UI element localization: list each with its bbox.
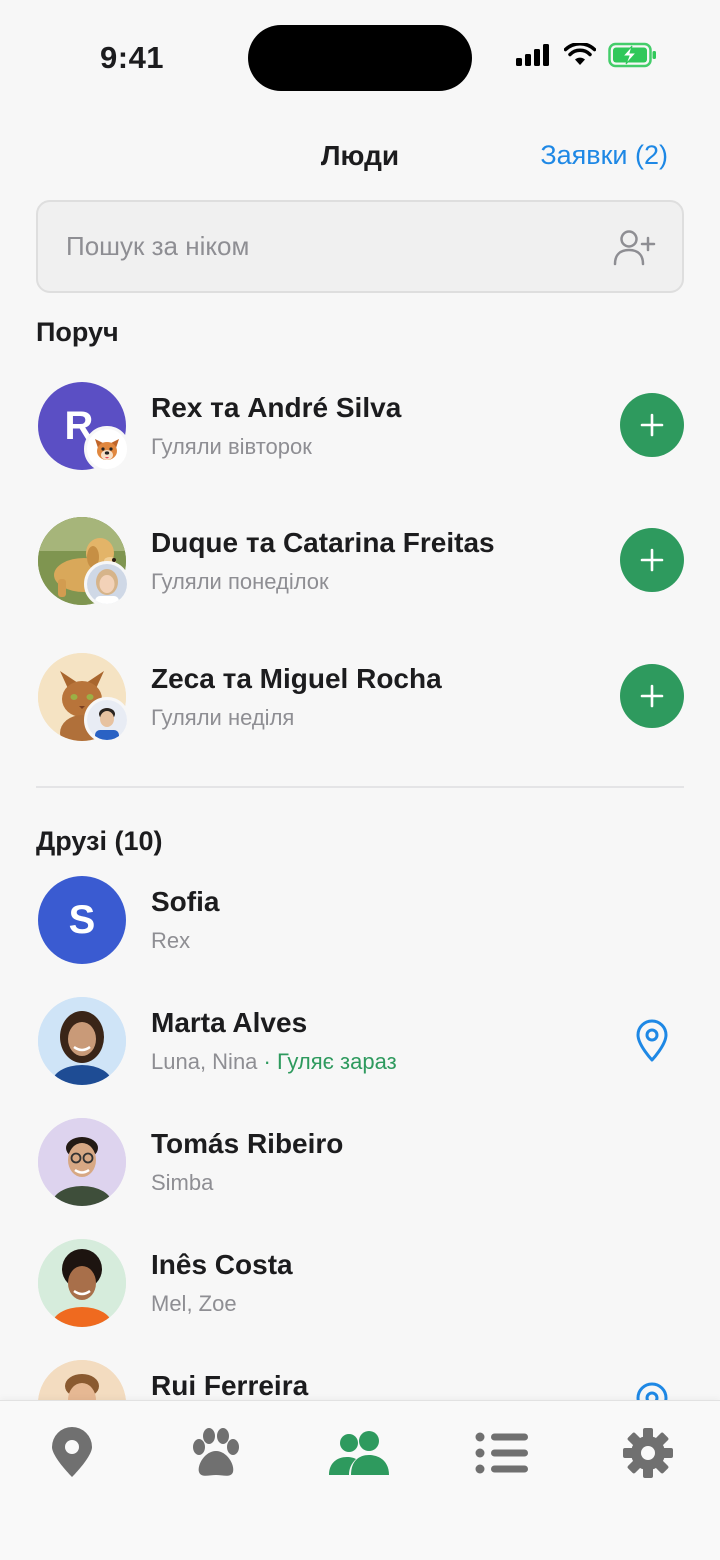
nearby-name: Duque та Catarina Freitas — [151, 527, 495, 558]
tab-list[interactable] — [466, 1425, 538, 1481]
status-time: 9:41 — [100, 40, 165, 75]
nearby-item[interactable]: Zeca та Miguel Rocha Гуляли неділя — [0, 653, 720, 753]
tab-pets[interactable] — [180, 1425, 252, 1481]
friend-name: Rui Ferreira — [151, 1370, 309, 1401]
person-photo — [87, 564, 127, 604]
nearby-section-title: Поруч — [36, 317, 119, 347]
tab-people[interactable] — [324, 1425, 396, 1481]
dynamic-island — [248, 25, 472, 91]
list-icon — [475, 1432, 528, 1474]
paw-icon — [193, 1428, 239, 1476]
tab-map[interactable] — [36, 1425, 108, 1481]
nearby-last-walk: Гуляли вівторок — [151, 434, 312, 459]
friend-item[interactable]: Marta Alves Luna, Nina · Гуляє зараз — [0, 997, 720, 1097]
tab-bar — [0, 1400, 720, 1560]
owner-avatar — [84, 697, 130, 743]
avatar: S — [38, 876, 126, 964]
nearby-last-walk: Гуляли понеділок — [151, 569, 329, 594]
friend-pets: Simba — [151, 1170, 214, 1195]
friend-pets: Rex — [151, 928, 191, 953]
search-box — [36, 200, 684, 293]
section-divider — [36, 786, 684, 788]
plus-icon — [640, 413, 664, 437]
avatar-initial: S — [68, 897, 96, 942]
friend-item[interactable]: S Sofia Rex — [0, 876, 720, 976]
add-user-icon[interactable] — [612, 228, 656, 268]
person-photo — [38, 1239, 126, 1327]
avatar — [38, 997, 126, 1085]
friend-name: Sofia — [151, 886, 220, 917]
signal-icon — [516, 44, 549, 66]
add-friend-button[interactable] — [620, 393, 684, 457]
nearby-item[interactable]: Duque та Catarina Freitas Гуляли понеділ… — [0, 517, 720, 617]
tab-settings[interactable] — [612, 1425, 684, 1481]
friends-section-title: Друзі (10) — [36, 826, 163, 856]
wifi-icon — [564, 43, 596, 65]
owner-avatar — [84, 561, 130, 607]
avatar — [38, 1239, 126, 1327]
add-friend-button[interactable] — [620, 664, 684, 728]
person-photo — [38, 997, 126, 1085]
map-pin-icon — [52, 1427, 92, 1477]
search-input[interactable] — [66, 202, 606, 291]
gear-icon — [623, 1428, 673, 1478]
people-icon — [329, 1431, 389, 1475]
dog-face-icon — [87, 429, 127, 469]
plus-icon — [640, 548, 664, 572]
status-icons — [516, 42, 658, 68]
friend-pets: Mel, Zoe — [151, 1291, 237, 1316]
add-friend-button[interactable] — [620, 528, 684, 592]
battery-charging-icon — [608, 42, 656, 68]
plus-icon — [640, 684, 664, 708]
status-bar: 9:41 — [0, 0, 720, 110]
friend-pets-text: Luna, Nina — [151, 1049, 258, 1074]
requests-link[interactable]: Заявки (2) — [540, 140, 668, 171]
pet-avatar — [84, 426, 130, 472]
person-photo — [87, 700, 127, 740]
location-pin-icon[interactable] — [634, 1019, 670, 1063]
nearby-item[interactable]: R Rex та André Silva Гуляли вівторок — [0, 382, 720, 482]
friend-name: Inês Costa — [151, 1249, 293, 1280]
friend-item[interactable]: Inês Costa Mel, Zoe — [0, 1239, 720, 1339]
walking-now-status: · Гуляє зараз — [257, 1049, 397, 1074]
nearby-name: Rex та André Silva — [151, 392, 402, 423]
friend-name: Tomás Ribeiro — [151, 1128, 344, 1159]
nearby-last-walk: Гуляли неділя — [151, 705, 295, 730]
person-photo — [38, 1118, 126, 1206]
friend-item[interactable]: Tomás Ribeiro Simba — [0, 1118, 720, 1218]
nearby-name: Zeca та Miguel Rocha — [151, 663, 442, 694]
friend-name: Marta Alves — [151, 1007, 308, 1038]
friend-pets: Luna, Nina · Гуляє зараз — [151, 1049, 397, 1075]
avatar — [38, 1118, 126, 1206]
header: Люди Заявки (2) — [0, 130, 720, 186]
